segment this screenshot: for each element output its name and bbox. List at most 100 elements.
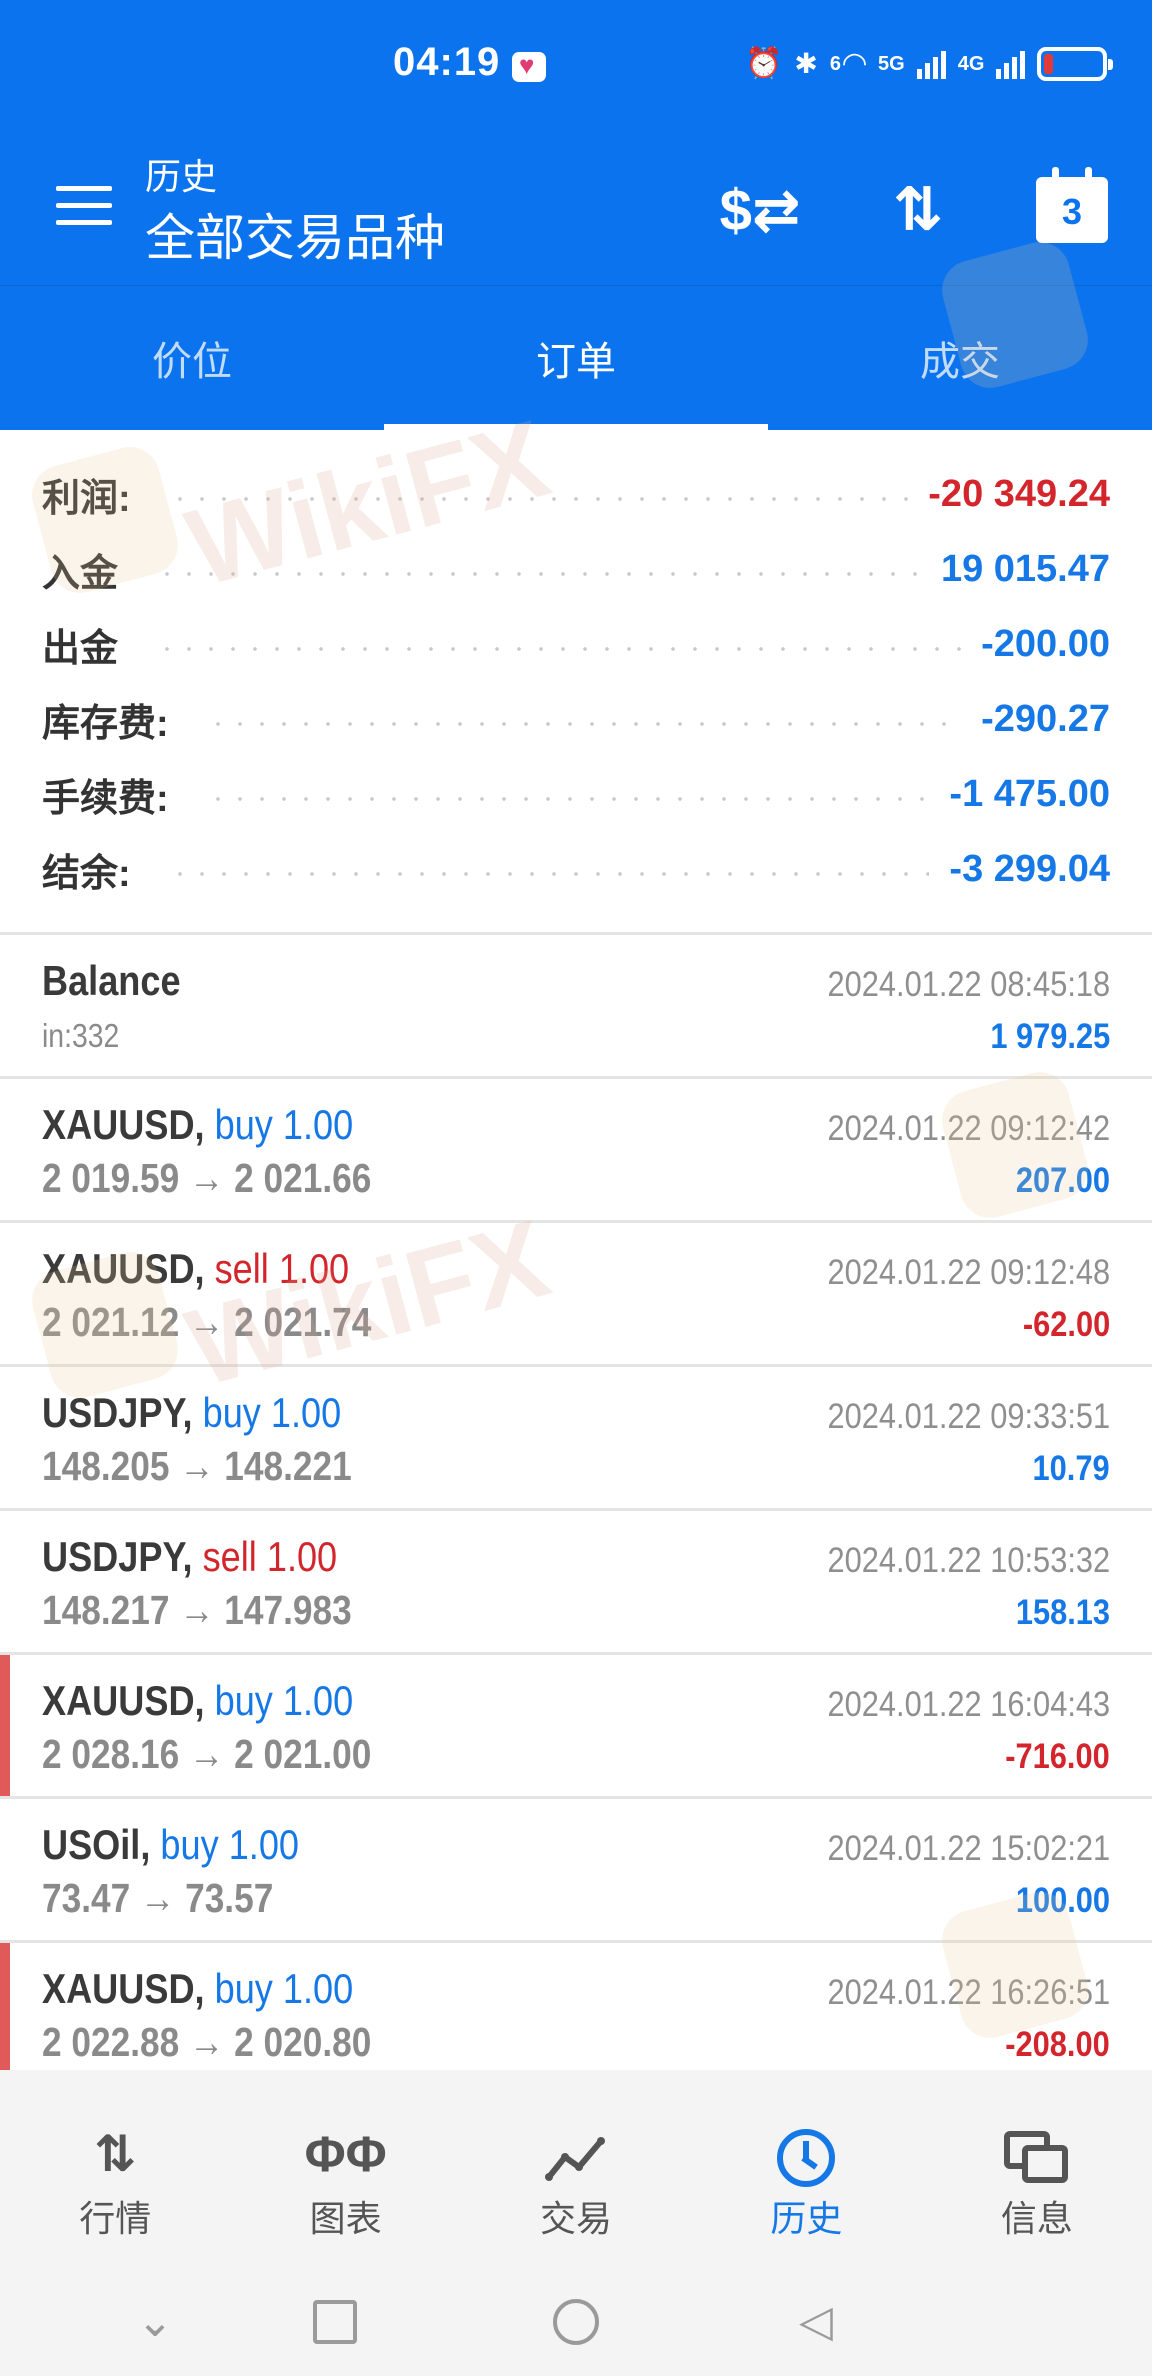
deal-profit: 158.13 [1015,1593,1110,1632]
recents-square-icon[interactable] [305,2292,365,2352]
deal-row[interactable]: USDJPY, sell 1.00 148.217 → 147.983 2024… [0,1511,1152,1655]
app-bar: 历史 全部交易品种 $⇄ ⇅ 3 [0,130,1152,285]
currency-swap-icon[interactable]: $⇄ [720,170,801,250]
trade-line-icon [461,2122,691,2186]
deal-row[interactable]: USOil, buy 1.00 73.47 → 73.57 2024.01.22… [0,1799,1152,1943]
deal-symbol: XAUUSD, [42,1965,205,2012]
summary-row-balance: 结余: -3 299.04 [42,839,1110,899]
summary-value: 19 015.47 [940,547,1110,590]
deal-type: buy [214,1101,273,1148]
deal-comment: in:332 [42,1017,120,1054]
deal-header: XAUUSD, buy 1.00 [42,1965,353,2013]
sort-icon[interactable]: ⇅ [878,170,958,250]
deal-prices: 2 022.88 → 2 020.80 [42,2019,372,2065]
deal-volume: 1.00 [282,1677,354,1724]
dotted-leader [206,722,962,726]
signal-bars-icon [916,49,946,79]
summary-label: 入金 [42,552,119,595]
status-icons: ⏰ ✱ 6 ◠ 5G 4G [745,44,1114,84]
deal-time: 2024.01.22 16:04:43 [827,1685,1110,1724]
nav-messages[interactable]: 信息 [922,2070,1152,2262]
page-title[interactable]: 全部交易品种 [145,198,445,270]
deal-type: buy [214,1677,273,1724]
nav-history[interactable]: 历史 [691,2070,921,2262]
deal-time: 2024.01.22 09:12:42 [827,1109,1110,1148]
summary-row-profit: 利润: -20 349.24 [42,464,1110,524]
tab-deals[interactable]: 成交 [768,286,1152,430]
summary-row-commission: 手续费: -1 475.00 [42,764,1110,824]
nav-charts[interactable]: ΦΦ 图表 [230,2070,460,2262]
deal-volume: 1.00 [266,1533,338,1580]
deal-header: XAUUSD, sell 1.00 [42,1245,349,1293]
deal-profit: -208.00 [1005,2025,1110,2064]
deal-type: buy [160,1821,219,1868]
tab-positions[interactable]: 价位 [0,286,384,430]
summary-value: -200.00 [981,622,1110,665]
deal-prices: 2 028.16 → 2 021.00 [42,1731,372,1777]
deal-symbol: USDJPY, [42,1389,193,1436]
deal-symbol: USDJPY, [42,1533,193,1580]
deal-row[interactable]: USDJPY, buy 1.00 148.205 → 148.221 2024.… [0,1367,1152,1511]
deal-row[interactable]: XAUUSD, buy 1.00 2 022.88 → 2 020.80 202… [0,1943,1152,2070]
summary-row-withdrawal: 出金 -200.00 [42,614,1110,674]
deal-row[interactable]: XAUUSD, buy 1.00 2 019.59 → 2 021.66 202… [0,1079,1152,1223]
home-circle-icon[interactable] [546,2292,606,2352]
deal-header: XAUUSD, buy 1.00 [42,1101,353,1149]
summary-row-deposit: 入金 19 015.47 [42,539,1110,599]
calendar-icon[interactable]: 3 [1032,167,1112,250]
deal-symbol: XAUUSD, [42,1677,205,1724]
deal-time: 2024.01.22 10:53:32 [827,1541,1110,1580]
tab-orders[interactable]: 订单 [384,286,768,430]
health-notification-icon [512,50,546,82]
network-5g-label: 5G [878,53,905,75]
deal-profit: 10.79 [1032,1449,1110,1488]
summary-label: 结余: [42,852,131,895]
deal-time: 2024.01.22 09:33:51 [827,1397,1110,1436]
deal-profit: 1 979.25 [990,1017,1110,1056]
status-time: 04:19 [393,40,501,84]
deal-type: buy [202,1389,261,1436]
bluetooth-icon: ✱ [794,48,818,79]
summary-label: 出金 [42,627,119,670]
calendar-day: 3 [1061,191,1083,232]
summary-value: -3 299.04 [949,847,1110,890]
deal-row[interactable]: Balance in:332 2024.01.22 08:45:18 1 979… [0,935,1152,1079]
deal-symbol: XAUUSD, [42,1101,205,1148]
bottom-nav: ⇅ 行情 ΦΦ 图表 交易 历史 信息 [0,2070,1152,2262]
deal-symbol: Balance [42,957,181,1004]
signal-bars-icon [996,49,1026,79]
summary-value: -20 349.24 [928,472,1110,515]
deal-profit: -62.00 [1022,1305,1110,1344]
deal-header: USDJPY, sell 1.00 [42,1533,337,1581]
deal-prices: 2 021.12 → 2 021.74 [42,1299,372,1345]
dotted-leader [168,497,909,501]
nav-quotes[interactable]: ⇅ 行情 [0,2070,230,2262]
deal-row[interactable]: XAUUSD, buy 1.00 2 028.16 → 2 021.00 202… [0,1655,1152,1799]
back-triangle-icon[interactable]: ◁ [786,2292,846,2352]
menu-icon[interactable] [56,186,112,226]
nav-label: 行情 [79,2198,152,2239]
nav-trade[interactable]: 交易 [461,2070,691,2262]
summary-row-swap: 库存费: -290.27 [42,689,1110,749]
deal-header: USOil, buy 1.00 [42,1821,299,1869]
battery-icon [1037,47,1114,81]
dotted-leader [168,872,930,876]
deal-header: USDJPY, buy 1.00 [42,1389,341,1437]
deal-prices: 2 019.59 → 2 021.66 [42,1155,372,1201]
deal-row[interactable]: XAUUSD, sell 1.00 2 021.12 → 2 021.74 20… [0,1223,1152,1367]
deal-type: sell [202,1533,257,1580]
summary-value: -290.27 [981,697,1110,740]
deal-volume: 1.00 [278,1245,350,1292]
system-nav-bar: ⌄ ◁ [0,2262,1152,2376]
deal-volume: 1.00 [282,1101,354,1148]
deal-volume: 1.00 [270,1389,342,1436]
deal-header: XAUUSD, buy 1.00 [42,1677,353,1725]
candlestick-chart-icon: ΦΦ [304,2126,387,2182]
collapse-chevron-icon[interactable]: ⌄ [125,2292,185,2352]
deal-profit: -716.00 [1005,1737,1110,1776]
page-subtitle: 历史 [145,156,218,197]
deal-type: buy [214,1965,273,2012]
status-bar: 04:19 ⏰ ✱ 6 ◠ 5G 4G [0,0,1152,130]
history-clock-icon [691,2122,921,2187]
deal-prices: 73.47 → 73.57 [42,1875,274,1921]
